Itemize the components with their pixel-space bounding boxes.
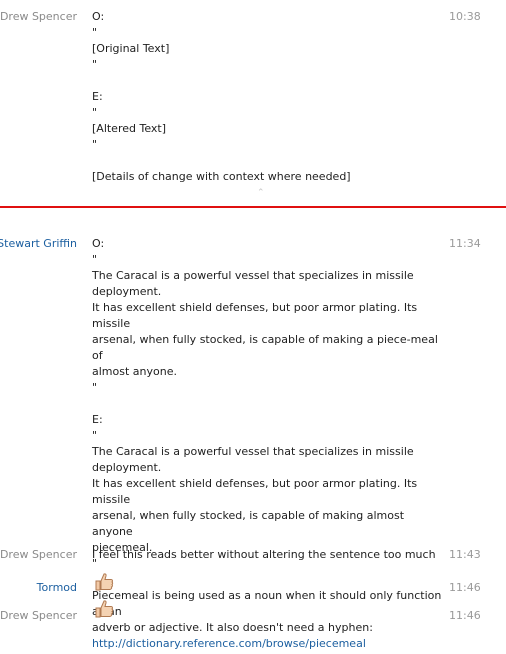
message-line: E: [92, 90, 103, 103]
thumbs-up-icon [95, 600, 114, 618]
message-line: [Original Text] [92, 42, 170, 55]
message-body: O: " The Caracal is a powerful vessel th… [92, 236, 442, 652]
message-line: O: [92, 237, 105, 250]
message-line: " [92, 26, 98, 39]
message-body: O: " [Original Text] " E: " [Altered Tex… [92, 9, 442, 185]
collapse-caret-icon[interactable]: ⌃ [257, 188, 265, 198]
message-line [92, 396, 442, 412]
message-time: 11:43 [449, 548, 481, 561]
message-line [92, 572, 442, 588]
sender-name[interactable]: Stewart Griffin [0, 237, 77, 250]
message-line: [Details of change with context where ne… [92, 170, 351, 183]
message-line: " [92, 253, 98, 266]
message-line: " [92, 58, 98, 71]
message-line [92, 73, 442, 89]
message-line: Piecemeal is being used as a noun when i… [92, 589, 442, 618]
message-line [92, 153, 442, 169]
sender-name[interactable]: Drew Spencer [0, 10, 77, 23]
sender-name[interactable]: Tormod [37, 581, 77, 594]
thumbs-up-icon [95, 573, 114, 591]
message-line: It has excellent shield defenses, but po… [92, 477, 418, 506]
message-line: " [92, 429, 98, 442]
message-body: I feel this reads better without alterin… [92, 547, 442, 563]
message-line: I feel this reads better without alterin… [92, 548, 436, 561]
message-line: O: [92, 10, 105, 23]
message-line: It has excellent shield defenses, but po… [92, 301, 418, 330]
new-messages-divider [0, 206, 506, 208]
message-line: adverb or adjective. It also doesn't nee… [92, 621, 373, 634]
message-line: almost anyone. [92, 365, 177, 378]
message-line: arsenal, when fully stocked, is capable … [92, 509, 405, 538]
message-line: The Caracal is a powerful vessel that sp… [92, 269, 414, 298]
message-line: The Caracal is a powerful vessel that sp… [92, 445, 414, 474]
message-time: 11:46 [449, 581, 481, 594]
sender-name[interactable]: Drew Spencer [0, 609, 77, 622]
message-line: [Altered Text] [92, 122, 167, 135]
message-time: 11:34 [449, 237, 481, 250]
message-time: 11:46 [449, 609, 481, 622]
message-line: E: [92, 413, 103, 426]
sender-name[interactable]: Drew Spencer [0, 548, 77, 561]
message-line: " [92, 106, 98, 119]
message-line: " [92, 381, 98, 394]
message-line: arsenal, when fully stocked, is capable … [92, 333, 438, 362]
message-line: " [92, 138, 98, 151]
message-time: 10:38 [449, 10, 481, 23]
dictionary-link[interactable]: http://dictionary.reference.com/browse/p… [92, 636, 442, 652]
